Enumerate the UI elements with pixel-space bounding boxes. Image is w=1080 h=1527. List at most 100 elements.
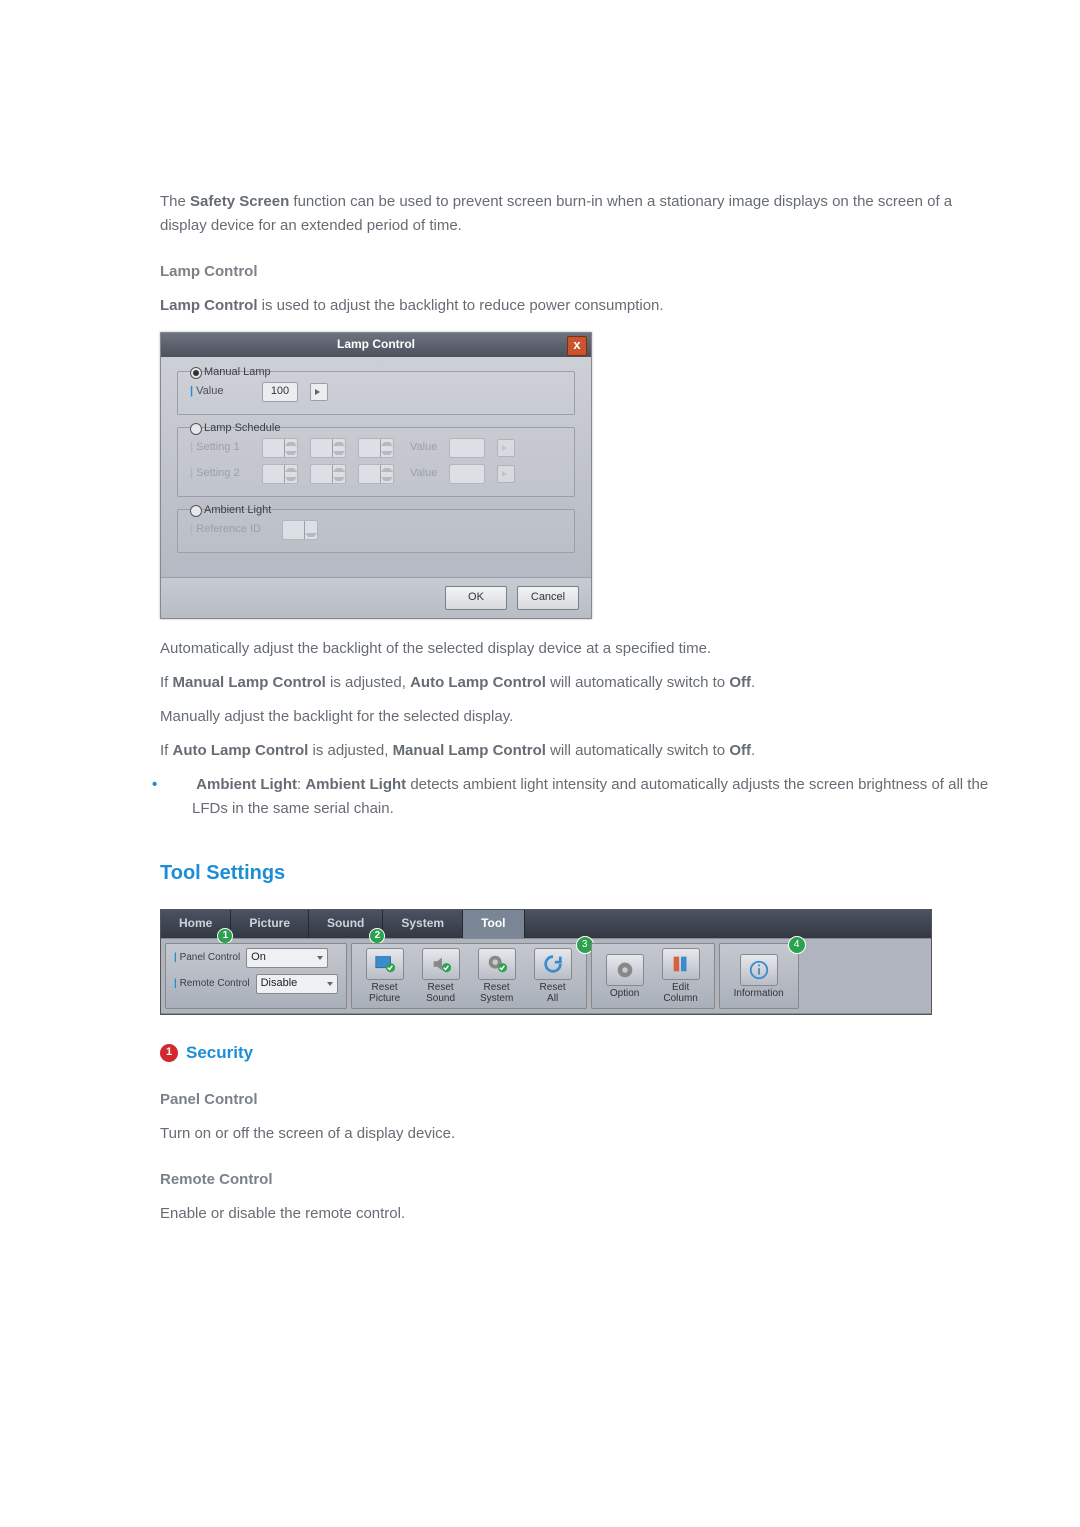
text: will automatically switch to — [546, 674, 729, 691]
dropdown-value: Disable — [261, 975, 298, 993]
option-button[interactable]: Option — [600, 954, 650, 999]
auto-adjust-text: Automatically adjust the backlight of th… — [160, 637, 990, 661]
text: . — [751, 674, 755, 691]
text: will automatically switch to — [546, 742, 729, 759]
tab-label: Home — [179, 914, 212, 933]
ambient-light-bullet: Ambient Light: Ambient Light detects amb… — [172, 773, 990, 821]
setting2-label: Setting 2 — [190, 465, 250, 483]
information-label: Information — [734, 988, 784, 999]
reference-id-label: Reference ID — [190, 521, 270, 539]
spinner — [262, 438, 298, 458]
reset-all-button[interactable]: ResetAll — [528, 948, 578, 1004]
options-group: Option EditColumn — [591, 943, 715, 1009]
reset-system-label: ResetSystem — [480, 982, 513, 1004]
manual-lamp-group: Manual Lamp Value 100 — [177, 371, 575, 415]
reset-sound-button[interactable]: ResetSound — [416, 948, 466, 1004]
tab-sound[interactable]: Sound 2 — [309, 910, 383, 938]
text: If — [160, 742, 173, 759]
dialog-title-bar: Lamp Control x — [161, 333, 591, 357]
remote-control-subhead: Remote Control — [160, 1168, 990, 1192]
lamp-control-subhead: Lamp Control — [160, 260, 990, 284]
chevron-right-icon — [502, 445, 510, 451]
off-term: Off — [729, 674, 751, 691]
reset-system-button[interactable]: ResetSystem — [472, 948, 522, 1004]
ambient-light-legend: Ambient Light — [204, 502, 271, 520]
tab-picture[interactable]: Picture — [231, 910, 309, 938]
reset-sound-icon — [422, 948, 460, 980]
spinner — [262, 464, 298, 484]
slider-button — [497, 439, 515, 457]
auto-lamp-control-term: Auto Lamp Control — [173, 742, 309, 759]
manual-to-off-text: If Manual Lamp Control is adjusted, Auto… — [160, 671, 990, 695]
info-group: Information 4 — [719, 943, 799, 1009]
reset-all-icon — [534, 948, 572, 980]
cancel-button[interactable]: Cancel — [517, 586, 579, 610]
ambient-light-term: Ambient Light — [196, 776, 297, 793]
setting1-row: Setting 1 Value — [190, 438, 562, 458]
text: is adjusted, — [308, 742, 392, 759]
ambient-light-term: Ambient Light — [305, 776, 406, 793]
manual-lamp-legend: Manual Lamp — [204, 364, 271, 382]
safety-screen-term: Safety Screen — [190, 193, 289, 210]
tab-label: Sound — [327, 914, 364, 933]
value-text: Value — [410, 439, 437, 457]
reference-id-dropdown — [282, 520, 318, 540]
edit-column-label: EditColumn — [663, 982, 697, 1004]
text: . — [751, 742, 755, 759]
lamp-schedule-legend: Lamp Schedule — [204, 420, 280, 438]
information-button[interactable]: Information — [728, 954, 790, 999]
document-page: The Safety Screen function can be used t… — [0, 0, 1080, 1356]
chevron-down-icon — [317, 956, 323, 960]
manual-lamp-control-term: Manual Lamp Control — [393, 742, 546, 759]
spinner — [358, 438, 394, 458]
tab-home[interactable]: Home 1 — [161, 910, 231, 938]
dialog-title: Lamp Control — [337, 335, 415, 354]
edit-column-button[interactable]: EditColumn — [656, 948, 706, 1004]
spinner — [310, 464, 346, 484]
ambient-light-radio[interactable] — [190, 505, 202, 517]
close-icon[interactable]: x — [567, 336, 587, 356]
value-slider-button[interactable] — [310, 383, 328, 401]
lamp-control-term: Lamp Control — [160, 297, 258, 314]
panel-control-label: Panel Control — [174, 950, 240, 966]
ambient-light-bullet-list: Ambient Light: Ambient Light detects amb… — [172, 773, 990, 821]
manual-lamp-control-term: Manual Lamp Control — [173, 674, 326, 691]
tab-tool[interactable]: Tool — [463, 910, 524, 938]
reset-group: ResetPicture ResetSound ResetSystem — [351, 943, 587, 1009]
spinner — [358, 464, 394, 484]
security-heading-text: Security — [186, 1039, 253, 1066]
text: If — [160, 674, 173, 691]
tab-system[interactable]: System — [383, 910, 463, 938]
ok-button[interactable]: OK — [445, 586, 507, 610]
value-spinner[interactable]: 100 — [262, 382, 298, 402]
tool-toolbar: Home 1 Picture Sound 2 System Tool Panel… — [160, 909, 932, 1015]
lamp-schedule-radio[interactable] — [190, 423, 202, 435]
value-number: 100 — [263, 383, 297, 401]
edit-column-icon — [662, 948, 700, 980]
value-label: Value — [190, 383, 250, 401]
security-group: Panel Control On Remote Control Disable — [165, 943, 347, 1009]
panel-control-subhead: Panel Control — [160, 1088, 990, 1112]
value-text: Value — [410, 465, 437, 483]
reset-picture-button[interactable]: ResetPicture — [360, 948, 410, 1004]
safety-paragraph: The Safety Screen function can be used t… — [160, 190, 990, 238]
tab-bar: Home 1 Picture Sound 2 System Tool — [161, 910, 931, 938]
remote-control-label: Remote Control — [174, 976, 250, 992]
panel-control-dropdown[interactable]: On — [246, 948, 328, 968]
text: The — [160, 193, 190, 210]
spinner — [449, 438, 485, 458]
reset-sound-label: ResetSound — [426, 982, 455, 1004]
chevron-right-icon — [502, 471, 510, 477]
spinner — [449, 464, 485, 484]
off-term: Off — [729, 742, 751, 759]
manual-lamp-radio[interactable] — [190, 367, 202, 379]
remote-control-dropdown[interactable]: Disable — [256, 974, 338, 994]
slider-button — [497, 465, 515, 483]
security-heading: 1 Security — [160, 1039, 990, 1066]
reset-picture-label: ResetPicture — [369, 982, 400, 1004]
lamp-control-desc: Lamp Control is used to adjust the backl… — [160, 294, 990, 318]
chevron-right-icon — [315, 389, 323, 395]
auto-lamp-control-term: Auto Lamp Control — [410, 674, 546, 691]
panel-control-text: Turn on or off the screen of a display d… — [160, 1122, 990, 1146]
text: is used to adjust the backlight to reduc… — [258, 297, 664, 314]
